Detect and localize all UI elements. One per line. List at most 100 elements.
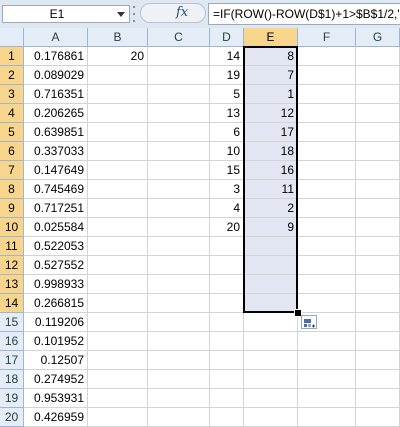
select-all-corner[interactable]: [0, 28, 24, 47]
cell-f19[interactable]: [298, 389, 356, 408]
cell-b18[interactable]: [88, 370, 148, 389]
cell-a5[interactable]: 0.639851: [24, 123, 88, 142]
cell-c11[interactable]: [148, 237, 210, 256]
row-header-1[interactable]: 1: [0, 47, 24, 66]
cell-a8[interactable]: 0.745469: [24, 180, 88, 199]
cell-b12[interactable]: [88, 256, 148, 275]
cell-d11[interactable]: [210, 237, 244, 256]
row-header-14[interactable]: 14: [0, 294, 24, 313]
column-header-f[interactable]: F: [298, 28, 356, 47]
cell-d14[interactable]: [210, 294, 244, 313]
cell-f14[interactable]: [298, 294, 356, 313]
autofill-options-icon[interactable]: [301, 315, 317, 329]
cell-c12[interactable]: [148, 256, 210, 275]
cell-f18[interactable]: [298, 370, 356, 389]
row-header-20[interactable]: 20: [0, 408, 24, 427]
cell-e19[interactable]: [244, 389, 298, 408]
cell-c13[interactable]: [148, 275, 210, 294]
cell-e1[interactable]: 8: [244, 47, 298, 66]
row-header-2[interactable]: 2: [0, 66, 24, 85]
column-header-a[interactable]: A: [24, 28, 88, 47]
cell-g9[interactable]: [356, 199, 400, 218]
cell-g12[interactable]: [356, 256, 400, 275]
row-header-5[interactable]: 5: [0, 123, 24, 142]
cell-b20[interactable]: [88, 408, 148, 427]
row-header-8[interactable]: 8: [0, 180, 24, 199]
cell-a19[interactable]: 0.953931: [24, 389, 88, 408]
cell-a12[interactable]: 0.527552: [24, 256, 88, 275]
cell-d3[interactable]: 5: [210, 85, 244, 104]
cell-a3[interactable]: 0.716351: [24, 85, 88, 104]
cell-c15[interactable]: [148, 313, 210, 332]
cell-g6[interactable]: [356, 142, 400, 161]
row-header-6[interactable]: 6: [0, 142, 24, 161]
cell-e5[interactable]: 17: [244, 123, 298, 142]
cell-a4[interactable]: 0.206265: [24, 104, 88, 123]
cell-c19[interactable]: [148, 389, 210, 408]
cell-c5[interactable]: [148, 123, 210, 142]
cell-b10[interactable]: [88, 218, 148, 237]
cell-e13[interactable]: [244, 275, 298, 294]
column-header-b[interactable]: B: [88, 28, 148, 47]
cell-g20[interactable]: [356, 408, 400, 427]
cell-b4[interactable]: [88, 104, 148, 123]
cell-g16[interactable]: [356, 332, 400, 351]
cell-b3[interactable]: [88, 85, 148, 104]
cell-d13[interactable]: [210, 275, 244, 294]
cell-c18[interactable]: [148, 370, 210, 389]
cell-g17[interactable]: [356, 351, 400, 370]
cell-a7[interactable]: 0.147649: [24, 161, 88, 180]
row-header-10[interactable]: 10: [0, 218, 24, 237]
cell-d9[interactable]: 4: [210, 199, 244, 218]
cell-e17[interactable]: [244, 351, 298, 370]
cell-c3[interactable]: [148, 85, 210, 104]
cell-d4[interactable]: 13: [210, 104, 244, 123]
cell-b7[interactable]: [88, 161, 148, 180]
chevron-down-icon[interactable]: [113, 6, 129, 22]
cell-c2[interactable]: [148, 66, 210, 85]
cell-c10[interactable]: [148, 218, 210, 237]
insert-function-button[interactable]: fx: [140, 3, 208, 25]
cell-e12[interactable]: [244, 256, 298, 275]
cell-d1[interactable]: 14: [210, 47, 244, 66]
cell-e15[interactable]: [244, 313, 298, 332]
cell-g13[interactable]: [356, 275, 400, 294]
cell-b17[interactable]: [88, 351, 148, 370]
cell-f5[interactable]: [298, 123, 356, 142]
cell-a10[interactable]: 0.025584: [24, 218, 88, 237]
cell-e18[interactable]: [244, 370, 298, 389]
row-header-15[interactable]: 15: [0, 313, 24, 332]
column-header-e[interactable]: E: [244, 28, 298, 47]
cell-g18[interactable]: [356, 370, 400, 389]
cell-e14[interactable]: [244, 294, 298, 313]
cell-d6[interactable]: 10: [210, 142, 244, 161]
formula-input[interactable]: =IF(ROW()-ROW(D$1)+1>$B$1/2,"": [208, 3, 400, 25]
cell-a2[interactable]: 0.089029: [24, 66, 88, 85]
row-header-3[interactable]: 3: [0, 85, 24, 104]
cell-e6[interactable]: 18: [244, 142, 298, 161]
cell-g2[interactable]: [356, 66, 400, 85]
cell-g3[interactable]: [356, 85, 400, 104]
cell-d20[interactable]: [210, 408, 244, 427]
cell-f10[interactable]: [298, 218, 356, 237]
cell-c4[interactable]: [148, 104, 210, 123]
cell-g5[interactable]: [356, 123, 400, 142]
cell-e4[interactable]: 12: [244, 104, 298, 123]
cell-a17[interactable]: 0.12507: [24, 351, 88, 370]
cell-a14[interactable]: 0.266815: [24, 294, 88, 313]
cell-a16[interactable]: 0.101952: [24, 332, 88, 351]
cell-a13[interactable]: 0.998933: [24, 275, 88, 294]
cell-c7[interactable]: [148, 161, 210, 180]
cell-f7[interactable]: [298, 161, 356, 180]
cell-e9[interactable]: 2: [244, 199, 298, 218]
cell-d12[interactable]: [210, 256, 244, 275]
cell-d19[interactable]: [210, 389, 244, 408]
column-header-d[interactable]: D: [210, 28, 244, 47]
cell-g15[interactable]: [356, 313, 400, 332]
cell-e2[interactable]: 7: [244, 66, 298, 85]
cell-c9[interactable]: [148, 199, 210, 218]
cell-c17[interactable]: [148, 351, 210, 370]
cell-f6[interactable]: [298, 142, 356, 161]
cell-b16[interactable]: [88, 332, 148, 351]
column-header-c[interactable]: C: [148, 28, 210, 47]
